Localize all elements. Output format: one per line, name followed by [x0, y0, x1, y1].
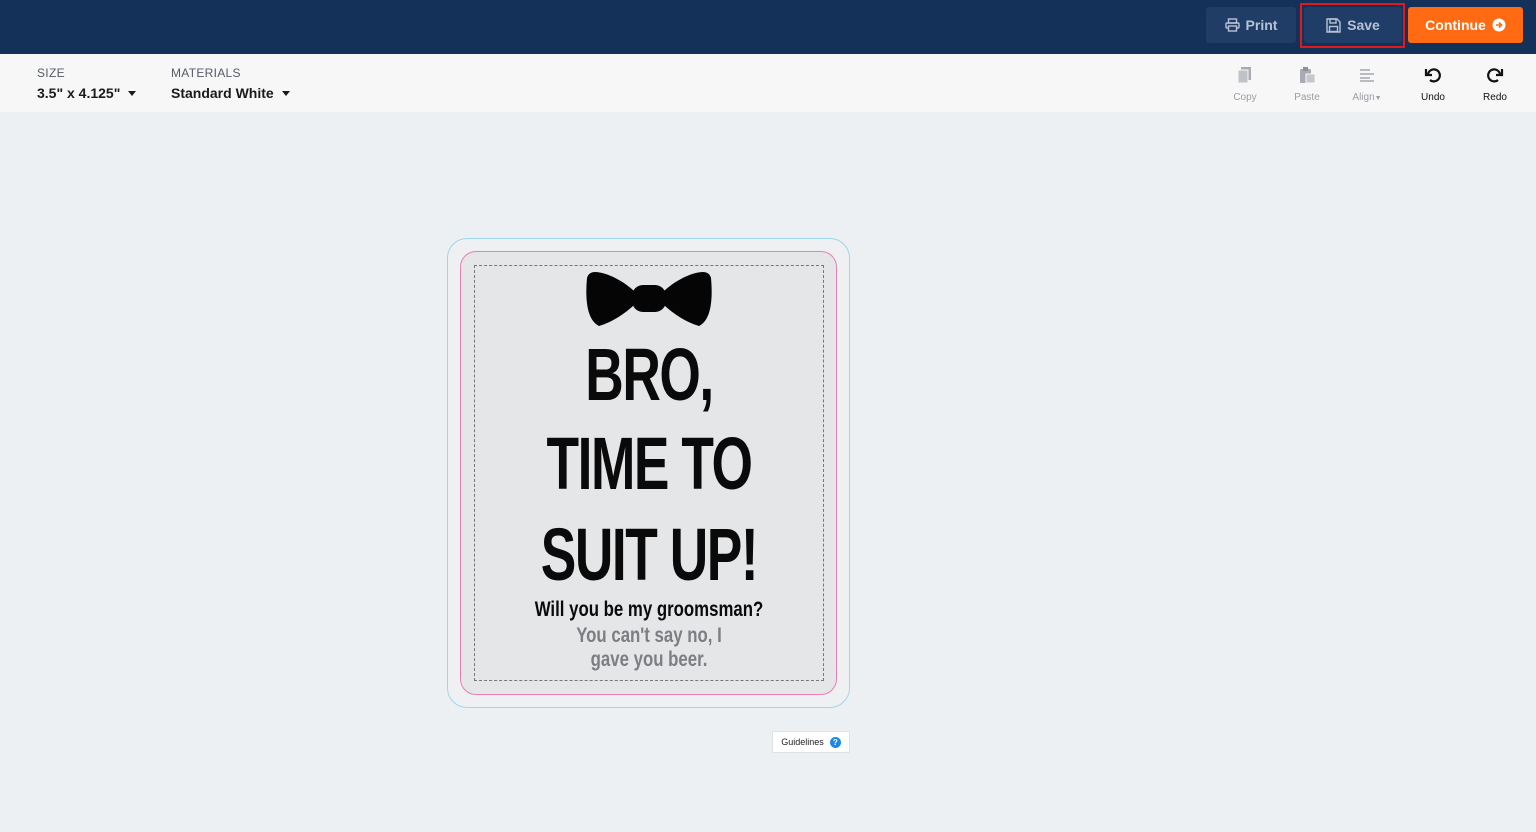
align-button[interactable]: Align▼ [1342, 64, 1392, 103]
editor-toolbar: SIZE 3.5" x 4.125" MATERIALS Standard Wh… [0, 54, 1536, 112]
materials-value: Standard White [171, 85, 274, 101]
materials-dropdown[interactable]: Standard White [171, 85, 290, 101]
paste-label: Paste [1294, 92, 1320, 103]
print-button-label: Print [1245, 17, 1278, 33]
align-left-icon [1342, 64, 1392, 86]
caret-down-icon [128, 90, 137, 96]
size-selector[interactable]: SIZE 3.5" x 4.125" [37, 66, 137, 101]
redo-label: Redo [1483, 92, 1507, 103]
save-button[interactable]: Save [1304, 7, 1402, 43]
headline-line-2[interactable]: TIME TO [523, 419, 775, 509]
size-label: SIZE [37, 66, 65, 80]
save-button-label: Save [1347, 17, 1380, 33]
guidelines-label: Guidelines [781, 737, 824, 747]
subtitle-question[interactable]: Will you be my groomsman? [509, 598, 789, 622]
arrow-circle-right-icon [1492, 18, 1506, 32]
continue-button-label: Continue [1425, 17, 1486, 33]
copy-label: Copy [1233, 92, 1257, 103]
headline-line-3[interactable]: SUIT UP! [523, 510, 775, 600]
bow-tie-icon [586, 272, 712, 326]
undo-icon [1408, 64, 1458, 86]
guidelines-button[interactable]: Guidelines ? [772, 731, 850, 753]
align-label: Align▼ [1352, 92, 1382, 103]
printer-icon [1224, 18, 1240, 32]
headline-line-1[interactable]: BRO, [523, 330, 775, 420]
materials-selector[interactable]: MATERIALS Standard White [171, 66, 290, 101]
size-dropdown[interactable]: 3.5" x 4.125" [37, 85, 137, 101]
print-button[interactable]: Print [1206, 7, 1296, 43]
top-bar: Print Save Continue [0, 0, 1536, 54]
continue-button[interactable]: Continue [1408, 7, 1523, 43]
materials-label: MATERIALS [171, 66, 241, 80]
question-mark-icon: ? [829, 736, 841, 748]
paste-icon [1282, 64, 1332, 86]
redo-icon [1470, 64, 1520, 86]
copy-icon [1220, 64, 1270, 86]
caret-down-icon [281, 90, 290, 96]
floppy-disk-icon [1326, 17, 1341, 33]
copy-button[interactable]: Copy [1220, 64, 1270, 103]
bow-tie-graphic[interactable] [585, 270, 713, 327]
redo-button[interactable]: Redo [1470, 64, 1520, 103]
size-value: 3.5" x 4.125" [37, 85, 121, 101]
undo-label: Undo [1421, 92, 1445, 103]
undo-button[interactable]: Undo [1408, 64, 1458, 103]
subtitle-joke[interactable]: You can't say no, I gave you beer. [557, 624, 741, 672]
paste-button[interactable]: Paste [1282, 64, 1332, 103]
